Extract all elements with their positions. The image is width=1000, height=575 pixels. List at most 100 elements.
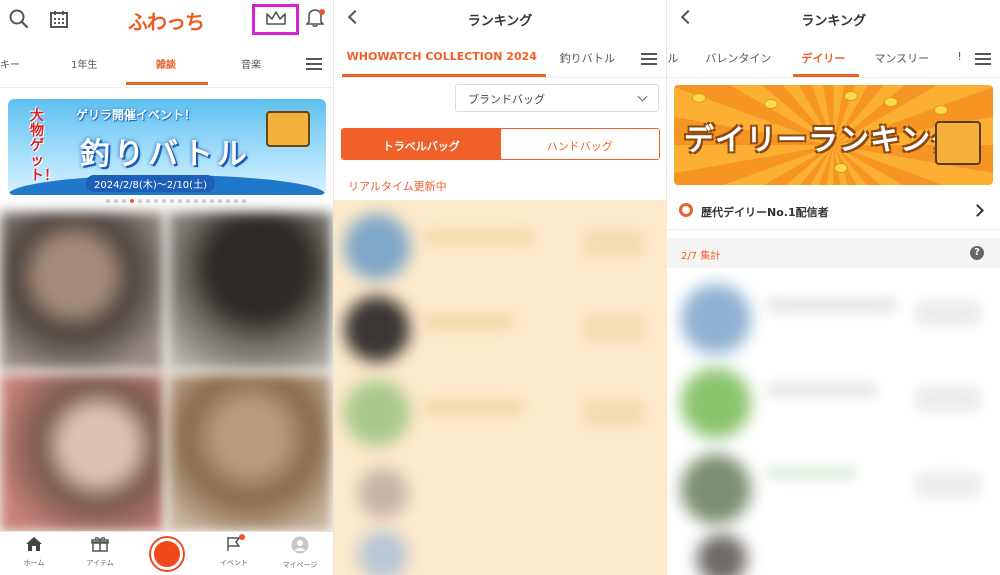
avatar[interactable] (358, 468, 408, 518)
nav-event-label: イベント (220, 559, 248, 567)
ranking-header: ランキング (667, 0, 1000, 38)
carousel-dot[interactable] (218, 199, 222, 203)
tab-ongaku[interactable]: 音楽 (241, 56, 261, 71)
list-item (584, 230, 644, 256)
page-title: ランキング (801, 14, 866, 29)
avatar[interactable] (358, 530, 408, 575)
carousel-dot[interactable] (170, 199, 174, 203)
stream-thumbnail[interactable] (0, 212, 164, 370)
start-broadcast-button[interactable] (151, 538, 183, 570)
carousel-dot[interactable] (154, 199, 158, 203)
select-value: ブランドバッグ (468, 93, 545, 106)
coin-decoration (934, 105, 948, 115)
avatar[interactable] (697, 534, 747, 575)
carousel-dot[interactable] (226, 199, 230, 203)
hamburger-icon[interactable] (975, 53, 992, 65)
tab-partial-left[interactable]: ル (667, 50, 678, 66)
carousel-dot[interactable] (114, 199, 118, 203)
home-icon (25, 536, 43, 556)
stream-thumbnail[interactable] (0, 374, 164, 532)
carousel-dot[interactable] (242, 199, 246, 203)
tab-whowatch-collection[interactable]: WHOWATCH COLLECTION 2024 (347, 50, 537, 63)
list-item (915, 300, 981, 326)
tab-partial[interactable]: キー (0, 56, 20, 71)
notification-badge (319, 9, 325, 15)
medal-icon (679, 203, 693, 217)
coin-decoration (834, 163, 848, 173)
tab-monthly[interactable]: マンスリー (874, 50, 929, 66)
ranking-header: ランキング (334, 0, 667, 38)
tab-zatsudan[interactable]: 雑談 (156, 56, 176, 71)
mascot-image (935, 121, 981, 165)
banner-side-text: 大物ゲット！ (30, 108, 58, 184)
banner-dates: 2024/2/8(木)〜2/10(土) (86, 175, 215, 192)
avatar[interactable] (681, 368, 751, 438)
carousel-dot[interactable] (210, 199, 214, 203)
nav-home[interactable]: ホーム (9, 536, 59, 568)
avatar[interactable] (681, 284, 751, 354)
crown-icon (265, 10, 287, 30)
nav-event[interactable]: イベント (209, 534, 259, 568)
notification-bell-button[interactable] (305, 9, 325, 29)
list-item (767, 298, 897, 312)
help-icon[interactable]: ? (970, 246, 984, 260)
search-icon[interactable] (9, 9, 29, 29)
brand-bag-select[interactable]: ブランドバッグ (455, 84, 659, 112)
avatar[interactable] (344, 296, 410, 362)
tab-valentine[interactable]: バレンタイン (705, 50, 771, 66)
bag-type-segmented-control: トラベルバッグ ハンドバッグ (341, 128, 660, 160)
carousel-dot[interactable] (234, 199, 238, 203)
list-item (915, 386, 981, 412)
carousel-dot[interactable] (186, 199, 190, 203)
history-label: 歴代デイリーNo.1配信者 (701, 206, 829, 219)
carousel-dot[interactable] (162, 199, 166, 203)
hamburger-icon[interactable] (306, 58, 322, 70)
app-logo: ふわっち (128, 10, 205, 34)
daily-ranking-banner-text: デイリーランキング (684, 123, 963, 158)
carousel-dot[interactable] (194, 199, 198, 203)
nav-item-shop[interactable]: アイテム (75, 536, 125, 568)
avatar[interactable] (681, 454, 751, 524)
page-title: ランキング (467, 14, 533, 29)
active-tab-indicator (126, 82, 208, 85)
list-item (767, 466, 857, 480)
calendar-icon[interactable] (49, 9, 69, 29)
stream-thumbnail[interactable] (168, 374, 332, 532)
segment-hand-bag[interactable]: ハンドバッグ (500, 129, 659, 159)
history-daily-no1-row[interactable]: 歴代デイリーNo.1配信者 (667, 192, 1000, 230)
category-tabs: キー 1年生 雑談 音楽 (0, 40, 333, 88)
list-item (424, 315, 514, 329)
tab-tsuri-battle[interactable]: 釣りバトル (560, 50, 615, 66)
tab-daily[interactable]: デイリー (801, 50, 845, 66)
hamburger-icon[interactable] (640, 53, 657, 65)
avatar[interactable] (344, 214, 410, 280)
daily-ranking-banner: デイリーランキング (674, 85, 993, 185)
carousel-dot[interactable] (202, 199, 206, 203)
realtime-update-label: リアルタイム更新中 (348, 180, 447, 193)
mascot-box-image (266, 111, 310, 147)
banner-subtitle: ゲリラ開催イベント！ (76, 108, 197, 122)
home-screen: ふわっち キー 1年生 雑談 音楽 大物ゲット！ ゲリラ開催イベント！ 釣りバト… (0, 0, 333, 575)
nav-item-label: アイテム (86, 559, 114, 567)
coin-decoration (692, 93, 706, 103)
active-tab-indicator (341, 74, 546, 77)
carousel-dot[interactable] (138, 199, 142, 203)
nav-mypage[interactable]: マイページ (275, 536, 325, 570)
list-item (584, 400, 644, 426)
chevron-right-icon (971, 204, 984, 217)
carousel-dot[interactable] (146, 199, 150, 203)
nav-home-label: ホーム (23, 559, 45, 567)
carousel-dot[interactable] (106, 199, 110, 203)
ranking-crown-button[interactable] (252, 4, 299, 35)
carousel-dot[interactable] (178, 199, 182, 203)
tab-partial-right[interactable]: ! (957, 50, 961, 63)
coin-decoration (764, 99, 778, 109)
stream-thumbnail[interactable] (168, 212, 332, 370)
carousel-dot[interactable] (130, 199, 134, 203)
tab-1nensei[interactable]: 1年生 (71, 56, 97, 71)
active-tab-indicator (793, 74, 860, 77)
carousel-dot[interactable] (122, 199, 126, 203)
segment-travel-bag[interactable]: トラベルバッグ (342, 129, 501, 159)
avatar[interactable] (344, 380, 410, 446)
event-banner[interactable]: 大物ゲット！ ゲリラ開催イベント！ 釣りバトル 2024/2/8(木)〜2/10… (8, 99, 326, 195)
